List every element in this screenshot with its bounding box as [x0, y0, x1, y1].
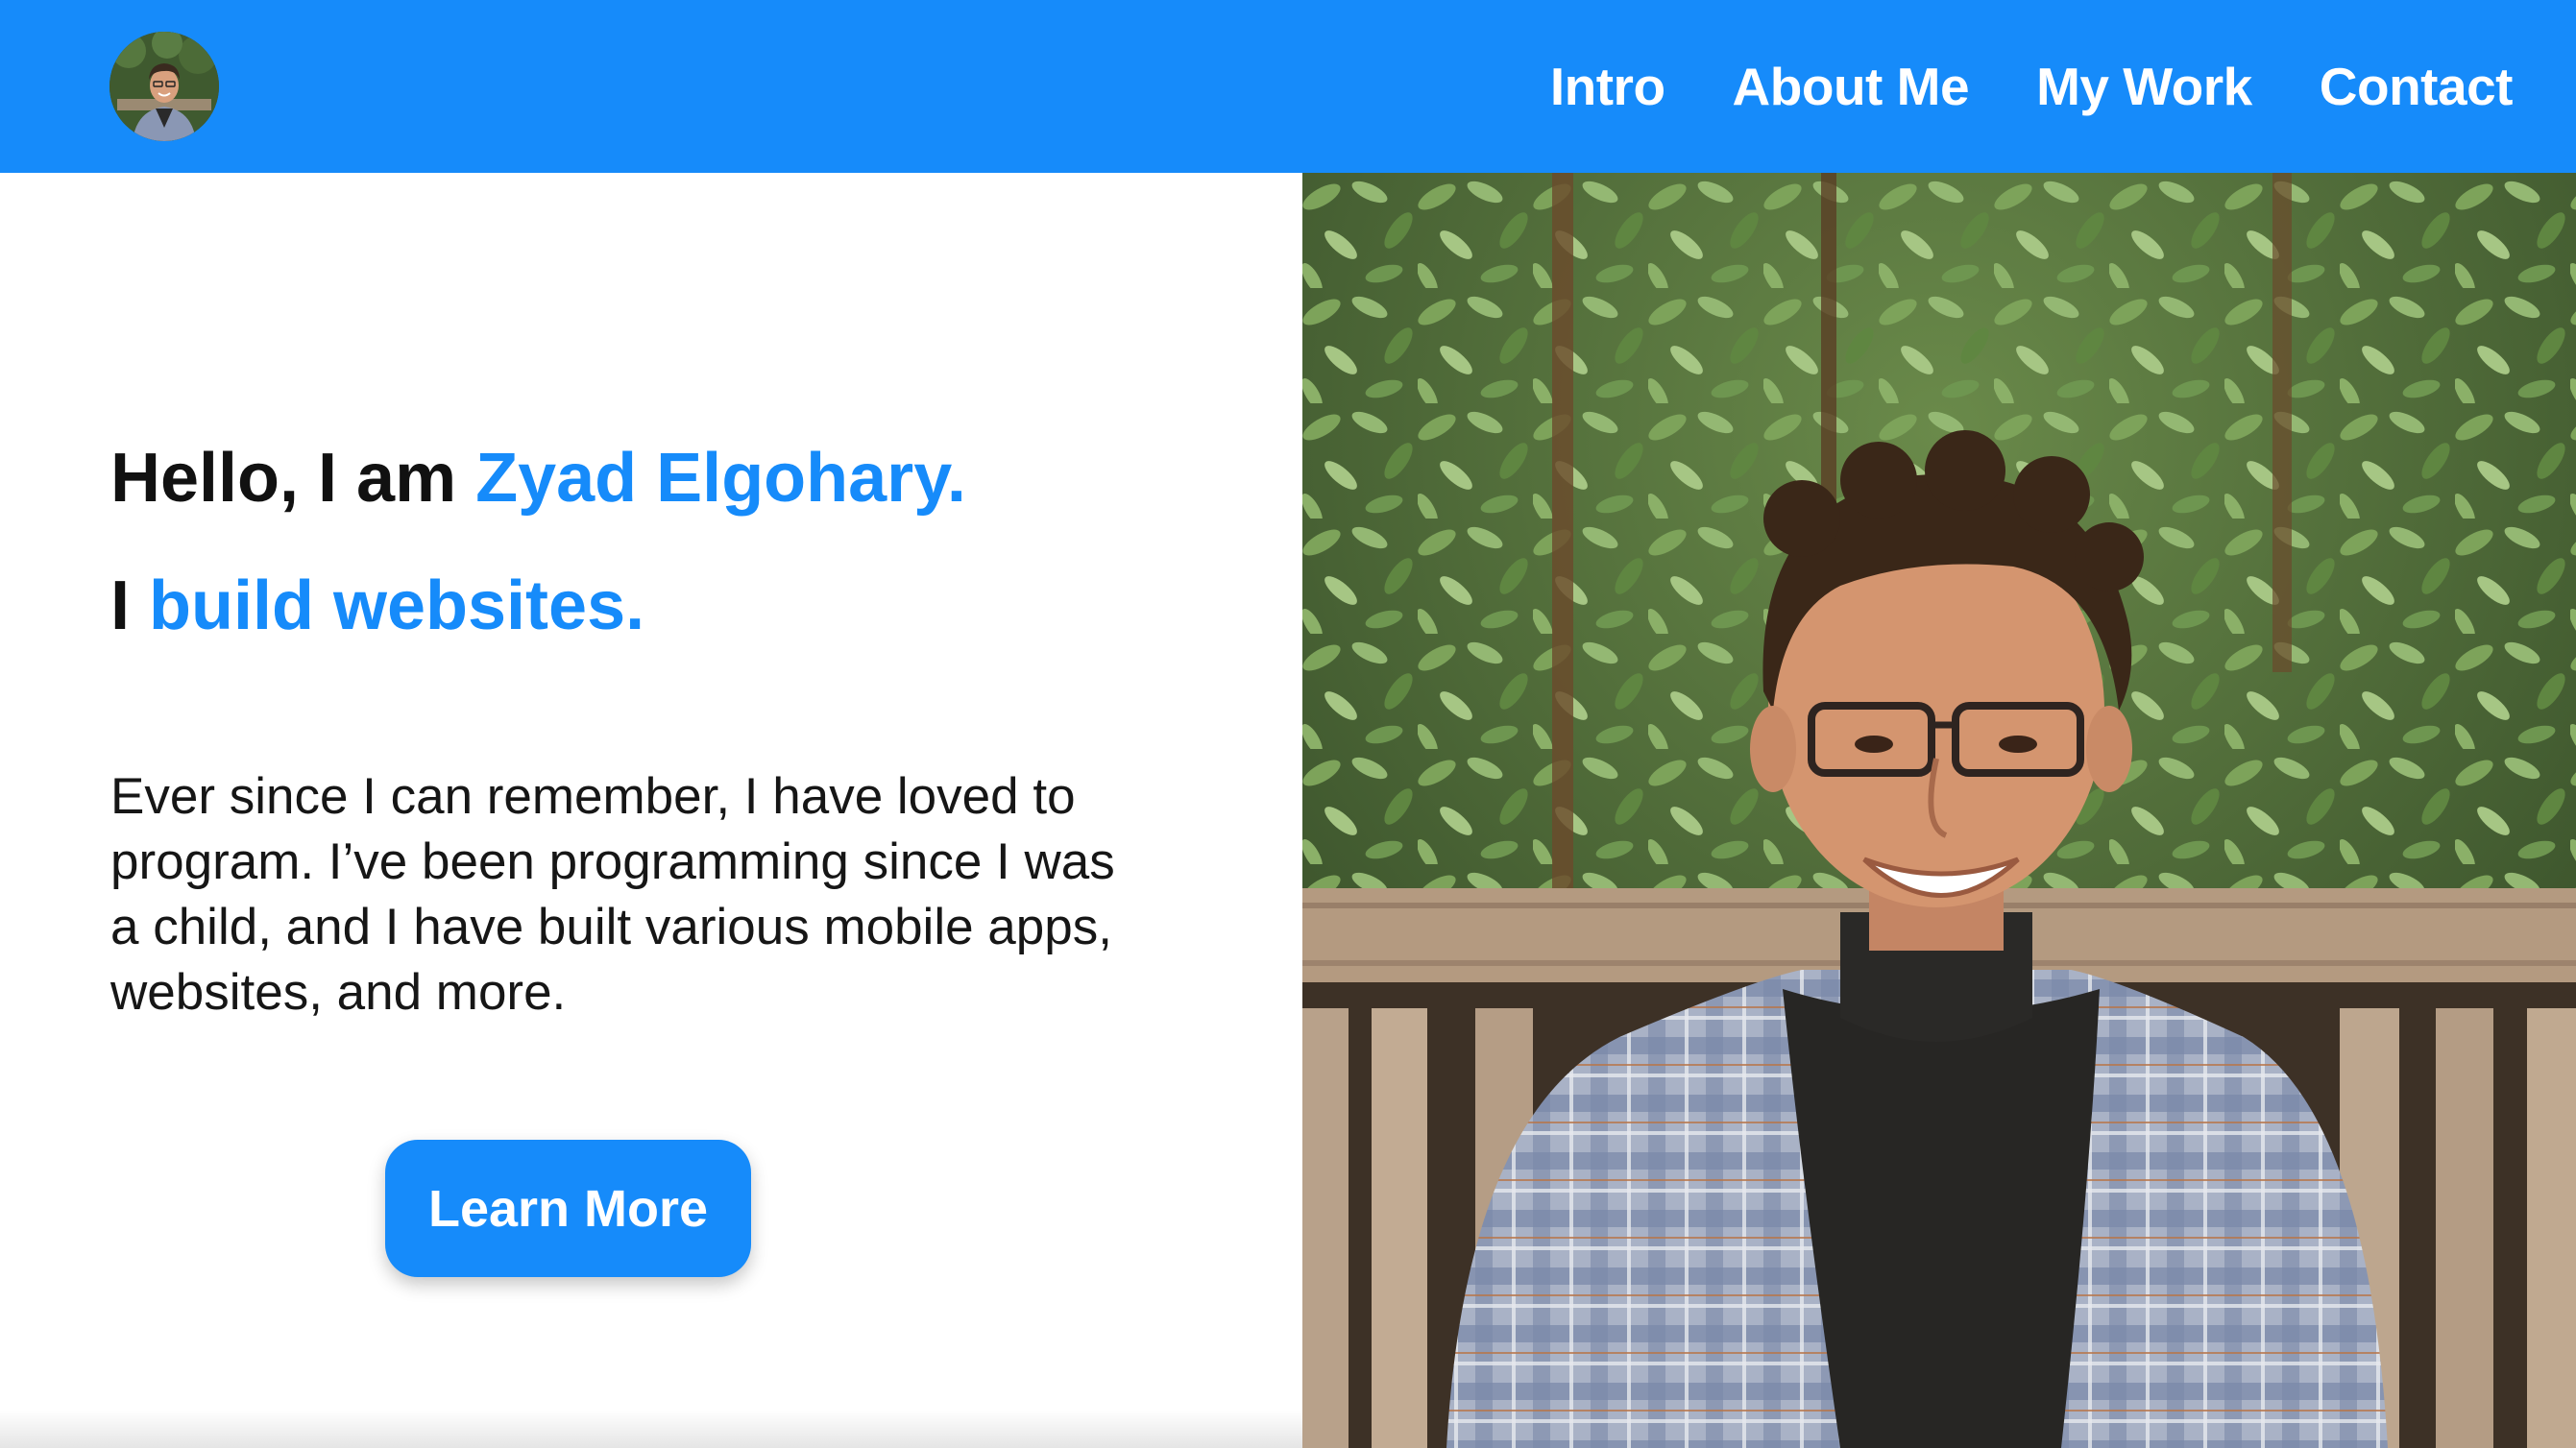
hero-portrait-photo	[1302, 173, 2576, 1448]
portrait-photo-icon	[1302, 173, 2576, 1448]
avatar-photo-icon	[109, 32, 219, 141]
tagline-accent: build websites.	[149, 567, 645, 644]
nav-link-intro[interactable]: Intro	[1550, 56, 1665, 117]
hero-paragraph: Ever since I can remember, I have loved …	[110, 768, 1115, 1021]
hero-name: Zyad Elgohary.	[475, 440, 966, 517]
nav-link-my-work[interactable]: My Work	[2036, 56, 2252, 117]
avatar[interactable]	[109, 32, 219, 141]
tagline-prefix: I	[110, 567, 150, 644]
hero-intro: Hello, I am Zyad Elgohary. I build websi…	[0, 173, 1302, 1448]
nav-link-about-me[interactable]: About Me	[1733, 56, 1970, 117]
learn-more-button[interactable]: Learn More	[385, 1140, 751, 1277]
hero-tagline: I build websites.	[110, 571, 644, 640]
top-navbar: Intro About Me My Work Contact	[0, 0, 2576, 173]
hero-greeting: Hello, I am Zyad Elgohary.	[110, 444, 966, 513]
nav-link-contact[interactable]: Contact	[2320, 56, 2514, 117]
nav-links: Intro About Me My Work Contact	[1550, 0, 2514, 173]
section-shadow	[0, 1410, 1302, 1448]
greeting-prefix: Hello, I am	[110, 440, 476, 517]
